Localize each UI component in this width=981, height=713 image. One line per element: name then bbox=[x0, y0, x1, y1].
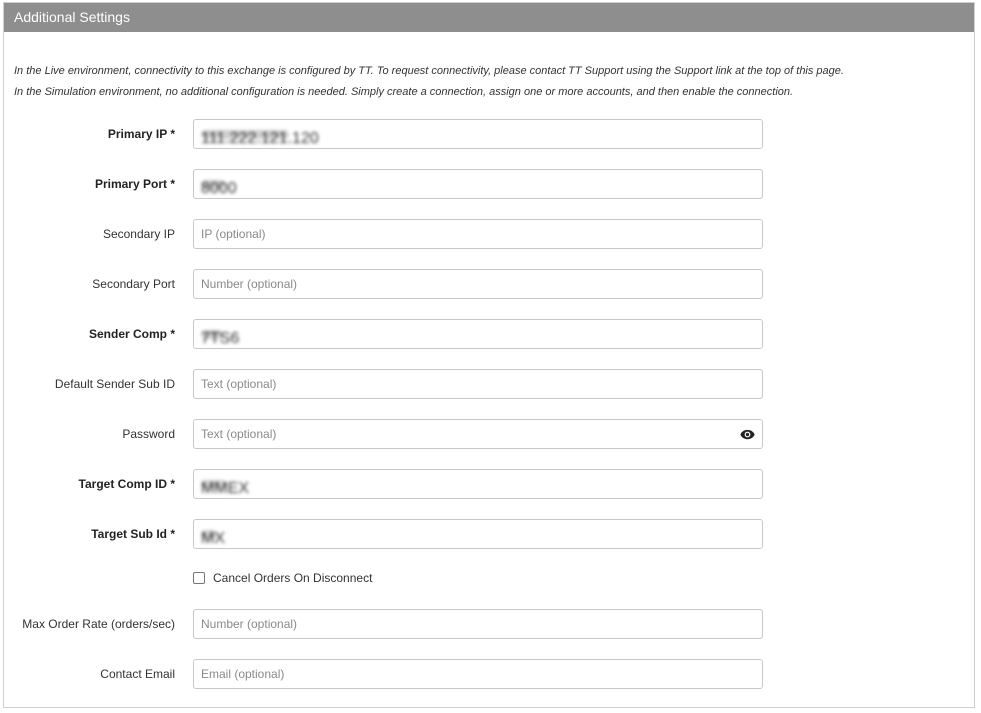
panel-title: Additional Settings bbox=[4, 3, 974, 32]
max-order-rate-row: Max Order Rate (orders/sec) bbox=[4, 609, 976, 639]
contact-email-label: Contact Email bbox=[100, 667, 175, 681]
contact-email-input[interactable] bbox=[194, 660, 721, 688]
sender-comp-row: Sender Comp * 7TS6 bbox=[4, 319, 976, 349]
default-sender-sub-id-label: Default Sender Sub ID bbox=[54, 377, 175, 391]
target-comp-id-row: Target Comp ID * MMEX bbox=[4, 469, 976, 499]
target-sub-id-field[interactable]: MX bbox=[193, 519, 763, 549]
contact-email-field[interactable] bbox=[193, 659, 763, 689]
primary-port-field[interactable]: 8000 bbox=[193, 169, 763, 199]
sender-comp-value[interactable]: 7TS6 bbox=[201, 330, 239, 347]
target-comp-id-field[interactable]: MMEX bbox=[193, 469, 763, 499]
additional-settings-panel: Additional Settings In the Live environm… bbox=[3, 2, 975, 708]
sender-comp-label: Sender Comp * bbox=[88, 327, 175, 341]
secondary-ip-row: Secondary IP bbox=[4, 219, 976, 249]
cancel-orders-on-disconnect-label[interactable]: Cancel Orders On Disconnect bbox=[213, 571, 372, 585]
cancel-orders-on-disconnect-checkbox[interactable] bbox=[193, 572, 205, 584]
max-order-rate-field[interactable] bbox=[193, 609, 763, 639]
secondary-port-field[interactable] bbox=[193, 269, 763, 299]
secondary-port-label: Secondary Port bbox=[92, 277, 175, 291]
target-sub-id-row: Target Sub Id * MX bbox=[4, 519, 976, 549]
secondary-port-input[interactable] bbox=[194, 270, 721, 298]
password-field[interactable] bbox=[193, 419, 763, 449]
default-sender-sub-id-row: Default Sender Sub ID bbox=[4, 369, 976, 399]
sender-comp-field[interactable]: 7TS6 bbox=[193, 319, 763, 349]
contact-email-row: Contact Email bbox=[4, 659, 976, 689]
primary-port-value[interactable]: 8000 bbox=[201, 180, 237, 197]
target-sub-id-value[interactable]: MX bbox=[201, 530, 225, 547]
primary-ip-label: Primary IP * bbox=[107, 127, 175, 141]
password-input[interactable] bbox=[194, 420, 721, 448]
password-row: Password bbox=[4, 419, 976, 449]
secondary-port-row: Secondary Port bbox=[4, 269, 976, 299]
secondary-ip-field[interactable] bbox=[193, 219, 763, 249]
primary-ip-field[interactable]: 111.222.121.120 bbox=[193, 119, 763, 149]
default-sender-sub-id-field[interactable] bbox=[193, 369, 763, 399]
default-sender-sub-id-input[interactable] bbox=[194, 370, 721, 398]
live-environment-note: In the Live environment, connectivity to… bbox=[14, 65, 844, 77]
primary-port-row: Primary Port * 8000 bbox=[4, 169, 976, 199]
secondary-ip-label: Secondary IP bbox=[102, 227, 175, 241]
secondary-ip-input[interactable] bbox=[194, 220, 721, 248]
target-comp-id-label: Target Comp ID * bbox=[78, 477, 175, 491]
target-comp-id-value[interactable]: MMEX bbox=[201, 480, 249, 497]
password-label: Password bbox=[122, 427, 175, 441]
simulation-environment-note: In the Simulation environment, no additi… bbox=[14, 86, 794, 98]
info-notes: In the Live environment, connectivity to… bbox=[14, 61, 844, 103]
primary-ip-row: Primary IP * 111.222.121.120 bbox=[4, 119, 976, 149]
max-order-rate-input[interactable] bbox=[194, 610, 721, 638]
target-sub-id-label: Target Sub Id * bbox=[91, 527, 175, 541]
max-order-rate-label: Max Order Rate (orders/sec) bbox=[22, 617, 175, 631]
primary-port-label: Primary Port * bbox=[94, 177, 175, 191]
eye-icon[interactable] bbox=[740, 428, 755, 441]
primary-ip-value[interactable]: 111.222.121.120 bbox=[201, 130, 319, 147]
